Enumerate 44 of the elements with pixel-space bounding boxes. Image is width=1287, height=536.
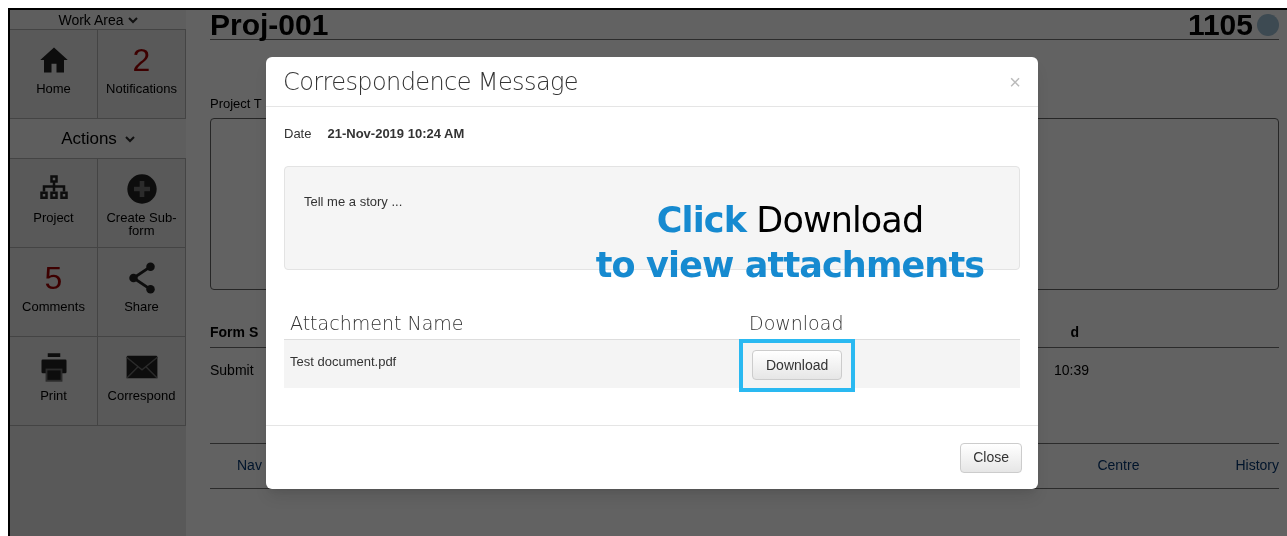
envelope-icon: [124, 353, 159, 381]
tile-label: Notifications: [105, 82, 178, 95]
close-button[interactable]: ×: [1009, 71, 1021, 92]
tile-label: Project: [32, 211, 75, 224]
tile-label: Print: [39, 389, 68, 402]
tile-label: Correspond: [106, 389, 177, 402]
sidebar-tile[interactable]: Create Sub-form: [98, 159, 186, 248]
page-title: Proj-001: [210, 9, 329, 40]
sidebar-tile[interactable]: Correspond: [98, 337, 186, 426]
table-header: Form S: [210, 322, 259, 342]
nav-link[interactable]: History: [1235, 455, 1279, 476]
table-header: d: [1070, 322, 1079, 342]
attachment-name: Test document.pdf: [290, 352, 398, 371]
date-label: Date: [284, 125, 312, 143]
annotation-text: Click Download to view attachments: [594, 199, 986, 287]
count-number: 5: [44, 262, 63, 294]
table-cell-text: 10:39: [1053, 360, 1089, 380]
date-value: 21-Nov-2019 10:24 AM: [327, 125, 465, 143]
sidebar-tile[interactable]: 5 Comments: [10, 248, 98, 337]
tile-label: Home: [35, 82, 72, 95]
chevron-down-icon: [124, 134, 135, 143]
page-number: 1105: [1187, 9, 1253, 40]
close-button[interactable]: Close: [960, 442, 1022, 473]
tile-label: Create Sub-form: [105, 211, 178, 237]
sidebar-tile[interactable]: Home: [10, 30, 98, 119]
sidebar-tile[interactable]: Share: [98, 248, 186, 337]
nav-link[interactable]: Centre: [1097, 455, 1140, 476]
chevron-down-icon: [127, 15, 138, 24]
home-icon: [38, 45, 69, 75]
count-number: 2: [132, 44, 151, 76]
sidebar-tile[interactable]: Project: [10, 159, 98, 248]
table-cell-text: Submit: [210, 360, 254, 380]
modal-title: Correspondence Message: [283, 66, 578, 98]
nav-link[interactable]: Nav: [237, 455, 262, 476]
column-header: Attachment Name: [290, 310, 465, 336]
tile-label: Comments: [21, 300, 86, 313]
download-button[interactable]: Download: [752, 350, 843, 380]
column-header: Download: [749, 310, 844, 336]
sidebar-tile[interactable]: Print: [10, 337, 98, 426]
message-text: Tell me a story ...: [304, 193, 403, 209]
project-label: Project T: [210, 95, 263, 113]
plus-circle-icon: [125, 173, 158, 205]
sidebar-tile[interactable]: 2 Notifications: [98, 30, 186, 119]
tile-label: Share: [123, 300, 160, 313]
